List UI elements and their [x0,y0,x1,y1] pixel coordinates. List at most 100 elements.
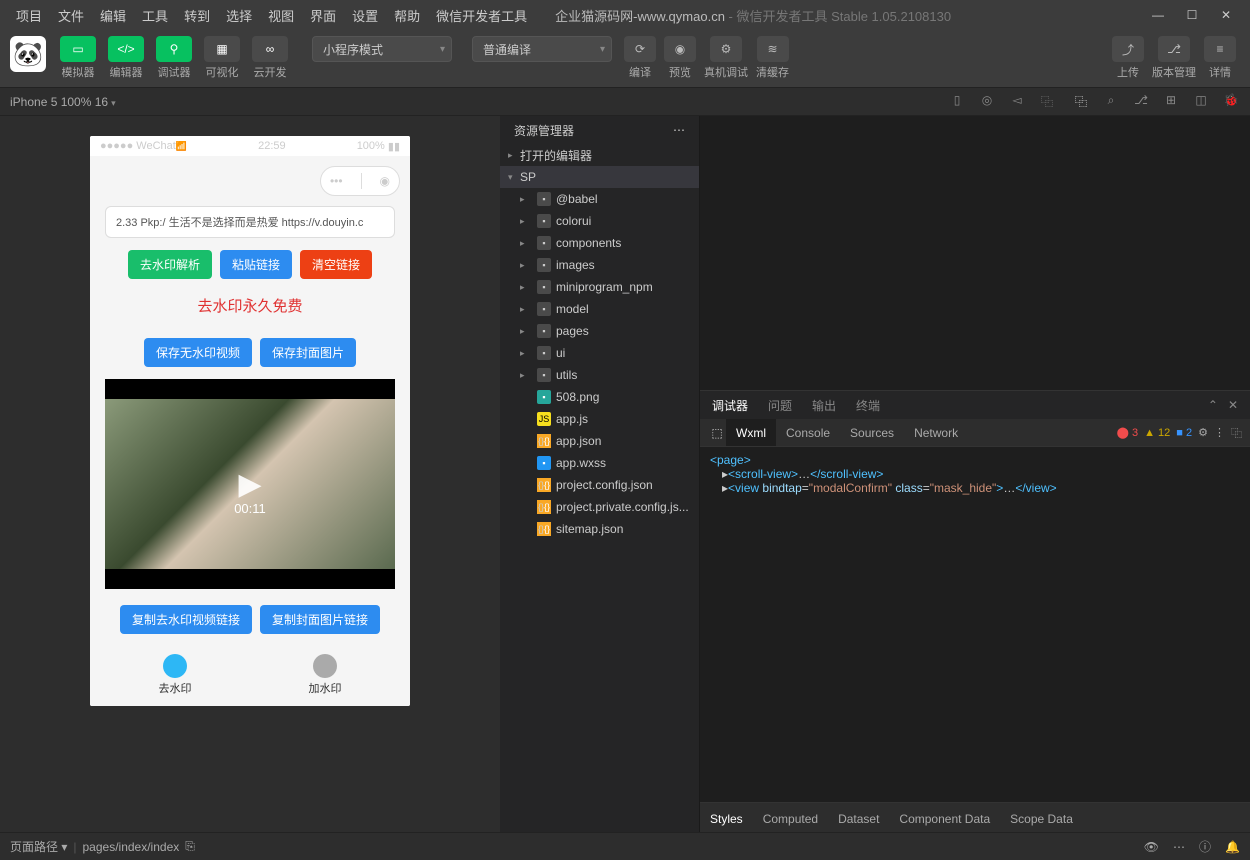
menu-ui[interactable]: 界面 [302,6,344,25]
devtab-wxml[interactable]: Wxml [726,419,776,446]
ext-icon[interactable]: ⊞ [1162,93,1180,110]
styletab-computed[interactable]: Computed [763,812,818,826]
parse-button[interactable]: 去水印解析 [128,250,212,279]
inspect-icon[interactable]: ⬚ [708,426,726,440]
git-icon[interactable]: ⎇ [1132,93,1150,110]
menu-view[interactable]: 视图 [260,6,302,25]
maximize-button[interactable]: ☐ [1184,7,1200,23]
menu-settings[interactable]: 设置 [344,6,386,25]
compile-dropdown[interactable]: 普通编译 [472,36,612,62]
tab-output[interactable]: 输出 [812,397,836,414]
copy-cover-link-button[interactable]: 复制封面图片链接 [260,605,380,634]
menu-wxdevtools[interactable]: 微信开发者工具 [428,6,535,25]
cloud-button[interactable]: ∞ [252,36,288,62]
tab-add-watermark[interactable]: 加水印 [309,654,342,696]
open-editors-section[interactable]: ▸打开的编辑器 [500,144,699,166]
menu-file[interactable]: 文件 [50,6,92,25]
visual-button[interactable]: ▦ [204,36,240,62]
file-sitemap.json[interactable]: {}sitemap.json [500,518,699,540]
device-selector[interactable]: iPhone 5 100% 16▾ [10,95,123,109]
mode-dropdown[interactable]: 小程序模式 [312,36,452,62]
device-icon[interactable]: ▯ [948,93,966,110]
project-root[interactable]: ▾SP [500,166,699,188]
eye-icon[interactable]: 👁 [1144,840,1159,854]
folder-components[interactable]: ▸▪components [500,232,699,254]
styletab-styles[interactable]: Styles [710,812,743,826]
menu-select[interactable]: 选择 [218,6,260,25]
preview-button[interactable]: ◉ [664,36,696,62]
folder-ui[interactable]: ▸▪ui [500,342,699,364]
info-badge[interactable]: ■ 2 [1176,427,1192,439]
file-508.png[interactable]: ▪508.png [500,386,699,408]
more-icon[interactable]: ⋯ [673,123,685,137]
wxml-tree[interactable]: <page> ▸<scroll-view>…</scroll-view> ▸<v… [700,447,1250,802]
devtab-sources[interactable]: Sources [840,419,904,446]
file-project.config.json[interactable]: {}project.config.json [500,474,699,496]
save-cover-button[interactable]: 保存封面图片 [260,338,356,367]
styletab-component[interactable]: Component Data [899,812,990,826]
menu-project[interactable]: 项目 [8,6,50,25]
upload-button[interactable]: ⤴ [1112,36,1144,62]
clear-button[interactable]: 清空链接 [300,250,372,279]
debug-icon[interactable]: 🐞 [1222,93,1240,110]
folder-model[interactable]: ▸▪model [500,298,699,320]
menu-goto[interactable]: 转到 [176,6,218,25]
mute-icon[interactable]: ◅ [1008,93,1026,110]
split-icon[interactable]: ◫ [1192,93,1210,110]
copy-path-icon[interactable]: ⎘ [185,839,195,854]
chevron-up-icon[interactable]: ⌃ [1208,398,1218,412]
dock-icon[interactable]: ⿻ [1231,425,1242,441]
dock-icon[interactable]: ⿻ [1038,93,1056,110]
editor-button[interactable]: </> [108,36,144,62]
gear-icon[interactable]: ⚙ [1198,426,1208,439]
debugger-button[interactable]: ⚲ [156,36,192,62]
version-button[interactable]: ⎇ [1158,36,1190,62]
clear-cache-button[interactable]: ≋ [757,36,789,62]
video-preview[interactable]: ▶ 00:11 [105,379,395,589]
record-icon[interactable]: ◎ [978,93,996,110]
menu-edit[interactable]: 编辑 [92,6,134,25]
page-path-label[interactable]: 页面路径 ▾ [10,838,67,855]
url-input[interactable]: 2.33 Pkp:/ 生活不是选择而是热爱 https://v.douyin.c [105,206,395,238]
tab-terminal[interactable]: 终端 [856,397,880,414]
folder-miniprogram_npm[interactable]: ▸▪miniprogram_npm [500,276,699,298]
remote-debug-button[interactable]: ⚙ [710,36,742,62]
capsule-button[interactable]: •••◉ [320,166,400,196]
page-path-value[interactable]: pages/index/index [83,840,180,854]
tab-problems[interactable]: 问题 [768,397,792,414]
folder-images[interactable]: ▸▪images [500,254,699,276]
save-video-button[interactable]: 保存无水印视频 [144,338,252,367]
bell-icon[interactable]: 🔔 [1225,840,1240,854]
minimize-button[interactable]: — [1150,7,1166,23]
search-icon[interactable]: ⌕ [1102,93,1120,110]
file-app.wxss[interactable]: ▪app.wxss [500,452,699,474]
folder-utils[interactable]: ▸▪utils [500,364,699,386]
folder-pages[interactable]: ▸▪pages [500,320,699,342]
tab-remove-watermark[interactable]: 去水印 [159,654,192,696]
menu-tools[interactable]: 工具 [134,6,176,25]
copy-video-link-button[interactable]: 复制去水印视频链接 [120,605,252,634]
details-button[interactable]: ≡ [1204,36,1236,62]
devtab-network[interactable]: Network [904,419,968,446]
file-app.json[interactable]: {}app.json [500,430,699,452]
files-icon[interactable]: ⿻ [1072,93,1090,110]
devtab-console[interactable]: Console [776,419,840,446]
simulator-button[interactable]: ▭ [60,36,96,62]
folder-@babel[interactable]: ▸▪@babel [500,188,699,210]
more-footer-icon[interactable]: ⋯ [1173,840,1185,854]
menu-help[interactable]: 帮助 [386,6,428,25]
file-project.private.config.js...[interactable]: {}project.private.config.js... [500,496,699,518]
folder-colorui[interactable]: ▸▪colorui [500,210,699,232]
file-app.js[interactable]: JSapp.js [500,408,699,430]
more-icon[interactable]: ⋮ [1214,426,1225,439]
styletab-scope[interactable]: Scope Data [1010,812,1073,826]
panel-close-icon[interactable]: ✕ [1228,398,1238,412]
paste-button[interactable]: 粘贴链接 [220,250,292,279]
compile-button[interactable]: ⟳ [624,36,656,62]
warn-badge[interactable]: ▲ 12 [1144,427,1170,439]
styletab-dataset[interactable]: Dataset [838,812,879,826]
tab-debugger[interactable]: 调试器 [712,397,748,414]
info-icon[interactable]: ⓘ [1199,838,1211,855]
close-button[interactable]: ✕ [1218,7,1234,23]
error-badge[interactable]: ⬤ 3 [1117,426,1139,439]
